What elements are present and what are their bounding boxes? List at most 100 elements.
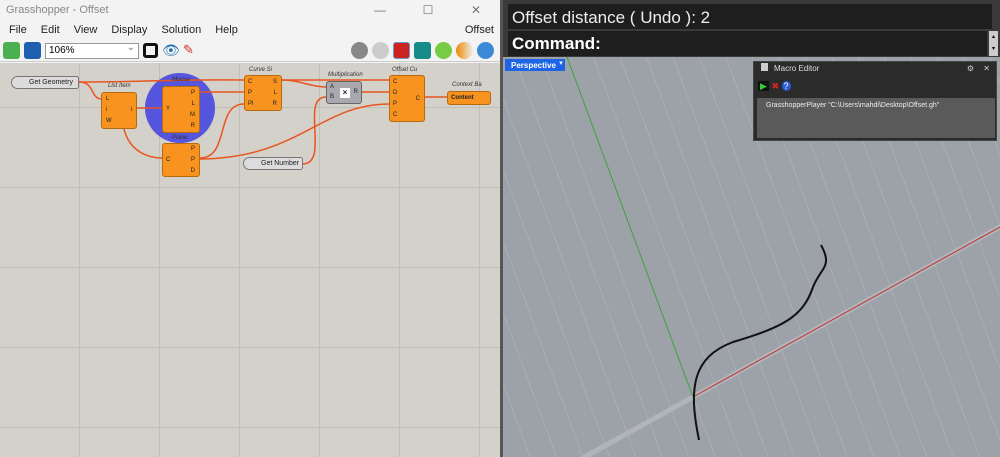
pin[interactable]: C [416,96,420,102]
close-button[interactable]: ✕ [452,3,500,17]
menu-help[interactable]: Help [215,24,238,36]
menu-view[interactable]: View [74,24,98,36]
pin[interactable]: Pl [248,101,253,107]
offset-curve-title: Offset Cu [392,67,418,73]
viewport-dropdown[interactable]: ▾ [557,59,565,71]
shaded-icon[interactable] [393,42,410,59]
menu-file[interactable]: File [9,24,27,36]
pin[interactable]: C [393,79,397,85]
pin[interactable]: R [273,101,277,107]
wireframe-icon[interactable] [372,42,389,59]
pin[interactable]: C [393,112,397,118]
open-icon[interactable] [3,42,20,59]
grid-line [540,57,690,457]
multiply-icon: × [340,88,350,98]
pin[interactable]: P [191,90,195,96]
sketch-icon[interactable]: ✎ [183,42,200,59]
gear-icon[interactable]: ⚙ [967,62,974,75]
perspective-viewport[interactable]: Perspective ▾ Macro Editor ⚙ ✕ ▶ ✖ ? Gra… [503,57,1000,457]
pin[interactable]: P [393,101,397,107]
context-bake-component[interactable]: Content [447,91,491,105]
menu-display[interactable]: Display [111,24,147,36]
window-title: Grasshopper - Offset [6,4,109,16]
mouse-title: Mouse [172,77,191,83]
help-icon[interactable]: ? [781,81,791,91]
selected-icon[interactable] [435,42,452,59]
command-history: Offset distance ( Undo ): 2 [508,4,992,29]
pin[interactable]: M [190,112,195,118]
menu-bar: File Edit View Display Solution Help Off… [0,20,500,40]
pin[interactable]: L [192,101,195,107]
toolbar: 106% 👁 ✎ [0,40,500,62]
multiplication-component[interactable]: A B × R [326,81,362,104]
run-icon[interactable]: ▶ [758,81,769,91]
y-axis [566,57,694,398]
material-icon[interactable] [456,42,473,59]
grid-line [593,57,742,457]
mouse-component[interactable]: Y P L M R [162,86,200,133]
delete-icon[interactable]: ✖ [771,81,779,91]
pin[interactable]: W [106,118,112,124]
pin[interactable]: R [191,123,195,129]
grid-line [503,240,584,457]
pin[interactable]: A [330,84,334,90]
pin[interactable]: S [273,79,277,85]
wires [78,73,447,165]
plane-component[interactable]: C P P D [162,143,200,177]
pin[interactable]: R [354,89,358,95]
grid-line [503,312,557,457]
get-number-param[interactable]: Get Number [243,157,303,170]
menu-edit[interactable]: Edit [41,24,60,36]
plane-title: Plane [172,135,188,141]
pin[interactable]: P [191,157,195,163]
zoom-select[interactable]: 106% [45,41,139,59]
viewport-tab[interactable]: Perspective [505,59,562,71]
grid-line [503,98,637,457]
x-axis [692,226,1000,398]
macro-editor-panel: Macro Editor ⚙ ✕ ▶ ✖ ? GrasshopperPlayer… [753,61,997,141]
zoom-extents-icon[interactable] [143,43,158,58]
multiplication-title: Multiplication [328,72,363,78]
pin[interactable]: Content [451,95,474,101]
globe-icon[interactable] [477,42,494,59]
get-geometry-param[interactable]: Get Geometry [11,76,79,89]
pin[interactable]: Y [166,106,170,112]
grid-line [513,57,663,457]
grid-line [503,169,610,457]
save-icon[interactable] [24,42,41,59]
pin[interactable]: i [131,107,132,113]
minimize-button[interactable]: — [356,3,404,17]
pin[interactable]: i [106,107,107,113]
rhino-window: Offset distance ( Undo ): 2 Command: ▴ ▾ … [503,0,1000,457]
macro-text[interactable]: GrasshopperPlayer "C:\Users\mahdi\Deskto… [757,98,995,138]
param-label: Get Geometry [29,79,73,86]
pin[interactable]: L [274,90,277,96]
grasshopper-window: Grasshopper - Offset — ☐ ✕ File Edit View … [0,0,500,457]
menu-solution[interactable]: Solution [161,24,201,36]
pin[interactable]: C [248,79,252,85]
pin[interactable]: D [393,90,397,96]
pin[interactable]: P [248,90,252,96]
close-icon[interactable]: ✕ [983,62,990,75]
preview-icon[interactable] [351,42,368,59]
context-bake-title: Context Ba [452,82,482,88]
command-scrollbar[interactable]: ▴ ▾ [989,31,998,56]
pin[interactable]: P [191,146,195,152]
macro-toolbar: ▶ ✖ ? [758,81,791,92]
offset-curve-component[interactable]: C D P C C [389,75,425,122]
curve-side-component[interactable]: C P Pl S L R [244,75,282,111]
pin[interactable]: C [166,157,170,163]
eye-icon[interactable]: 👁 [162,42,180,59]
macro-editor-title: Macro Editor [774,64,820,73]
command-prompt[interactable]: Command: [508,31,987,56]
grasshopper-canvas[interactable]: Get Geometry List Item L i W i Mouse Y P… [0,63,500,457]
maximize-button[interactable]: ☐ [404,3,452,17]
pin[interactable]: L [106,96,109,102]
title-bar: Grasshopper - Offset — ☐ ✕ [0,0,500,20]
pin[interactable]: D [191,168,195,174]
wire [78,81,102,100]
pin[interactable]: B [330,94,334,100]
param-label: Get Number [261,160,300,167]
list-item-component[interactable]: L i W i [101,92,137,129]
bake-icon[interactable] [414,42,431,59]
